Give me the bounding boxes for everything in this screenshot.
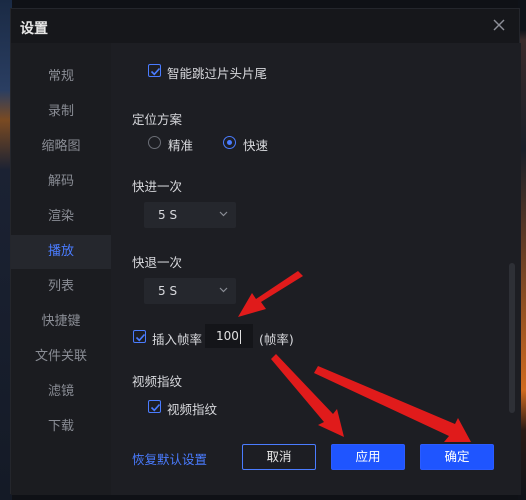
check-icon xyxy=(150,67,161,76)
frame-rate-value: 100 xyxy=(216,329,239,343)
restore-defaults-link[interactable]: 恢复默认设置 xyxy=(132,449,207,468)
sidebar-item-list[interactable]: 列表 xyxy=(11,270,111,304)
positioning-precise-label: 精准 xyxy=(168,138,194,153)
check-icon xyxy=(135,333,146,342)
content-scrollbar[interactable] xyxy=(509,263,515,413)
fast-forward-value: 5 S xyxy=(158,208,178,222)
dialog-title: 设置 xyxy=(20,21,48,37)
sidebar-item-playback[interactable]: 播放 xyxy=(11,235,111,269)
sidebar-item-render[interactable]: 渲染 xyxy=(11,200,111,234)
sidebar-item-decode[interactable]: 解码 xyxy=(11,165,111,199)
fast-forward-title: 快进一次 xyxy=(132,179,183,194)
rewind-value: 5 S xyxy=(158,284,178,298)
chevron-down-icon xyxy=(219,287,228,293)
ok-button[interactable]: 确定 xyxy=(420,444,494,470)
settings-dialog: 设置 常规 录制 缩略图 解码 渲染 播放 列表 快捷键 文件关联 滤镜 下载 xyxy=(10,8,521,495)
sidebar-item-general[interactable]: 常规 xyxy=(11,60,111,94)
positioning-precise-radio[interactable] xyxy=(148,136,161,149)
sidebar-item-file-association[interactable]: 文件关联 xyxy=(11,340,111,374)
frame-rate-unit: (帧率) xyxy=(259,332,294,347)
sidebar-item-shortcuts[interactable]: 快捷键 xyxy=(11,305,111,339)
close-icon[interactable] xyxy=(491,17,507,33)
apply-button[interactable]: 应用 xyxy=(331,444,405,470)
interpolate-label: 插入帧率 xyxy=(152,332,203,347)
frame-rate-input[interactable]: 100 xyxy=(205,324,253,348)
rewind-select[interactable]: 5 S xyxy=(144,278,236,304)
text-caret xyxy=(240,330,241,344)
title-bar: 设置 xyxy=(11,9,519,43)
playback-settings-panel: 智能跳过片头片尾 定位方案 精准 快速 快进一次 5 S 快退一次 5 S 插入… xyxy=(111,43,521,495)
check-icon xyxy=(150,403,161,412)
fingerprint-title: 视频指纹 xyxy=(132,374,183,389)
rewind-title: 快退一次 xyxy=(132,255,183,270)
sidebar-item-record[interactable]: 录制 xyxy=(11,95,111,129)
interpolate-checkbox[interactable] xyxy=(133,330,146,343)
skip-intro-label: 智能跳过片头片尾 xyxy=(167,66,268,81)
sidebar-item-filters[interactable]: 滤镜 xyxy=(11,375,111,409)
sidebar-item-download[interactable]: 下载 xyxy=(11,410,111,444)
cancel-button[interactable]: 取消 xyxy=(242,444,316,470)
fingerprint-label: 视频指纹 xyxy=(167,402,218,417)
fast-forward-select[interactable]: 5 S xyxy=(144,202,236,228)
positioning-title: 定位方案 xyxy=(132,112,183,127)
chevron-down-icon xyxy=(219,211,228,217)
fingerprint-checkbox[interactable] xyxy=(148,400,161,413)
screen: 设置 常规 录制 缩略图 解码 渲染 播放 列表 快捷键 文件关联 滤镜 下载 xyxy=(0,0,526,500)
skip-intro-checkbox[interactable] xyxy=(148,64,161,77)
positioning-fast-radio[interactable] xyxy=(223,136,236,149)
sidebar: 常规 录制 缩略图 解码 渲染 播放 列表 快捷键 文件关联 滤镜 下载 xyxy=(11,43,111,495)
sidebar-item-thumbnail[interactable]: 缩略图 xyxy=(11,130,111,164)
positioning-fast-label: 快速 xyxy=(243,138,269,153)
